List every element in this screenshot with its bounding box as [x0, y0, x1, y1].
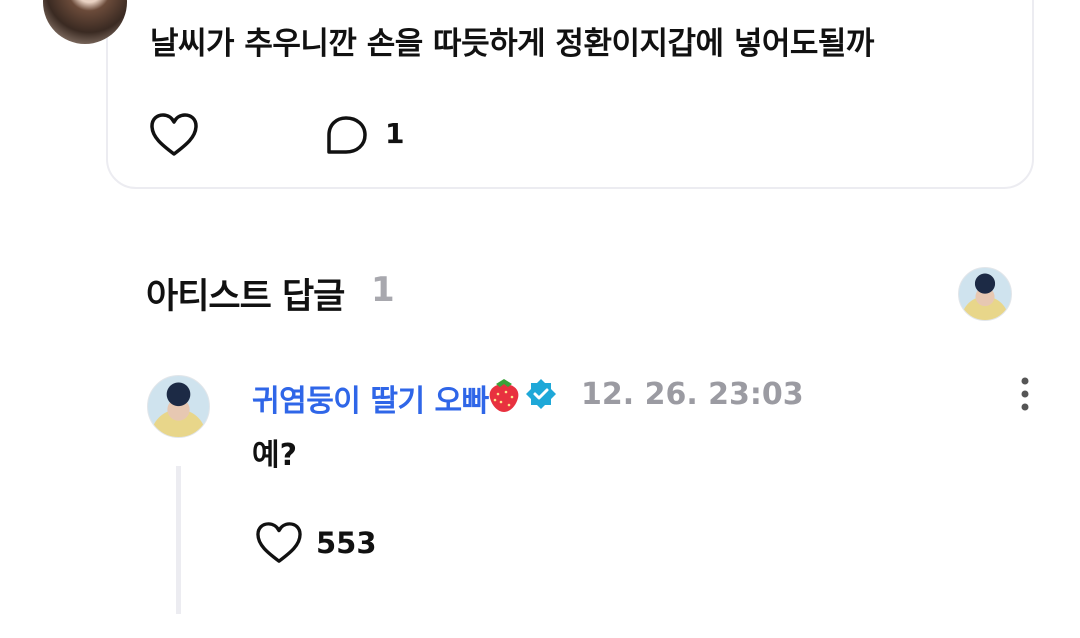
- like-button[interactable]: [148, 112, 200, 158]
- heart-icon: [256, 522, 302, 563]
- reply-text: 예?: [252, 438, 298, 473]
- verified-badge-icon: [526, 379, 556, 409]
- section-title: 아티스트 답글: [146, 277, 345, 317]
- strawberry-icon: [489, 379, 519, 412]
- post-text: 날씨가 추우니깐 손을 따듯하게 정환이지갑에 넣어도될까: [150, 26, 874, 62]
- reply-author-name[interactable]: 귀염둥이 딸기 오빠: [252, 376, 489, 420]
- comment-button[interactable]: [324, 114, 370, 158]
- section-count: 1: [371, 270, 395, 310]
- reply-timestamp: 12. 26. 23:03: [581, 377, 804, 412]
- artist-avatar[interactable]: [958, 267, 1012, 321]
- comment-count: 1: [385, 117, 405, 150]
- reply-author-avatar[interactable]: [147, 375, 210, 438]
- reply-like-count: 553: [316, 526, 377, 560]
- thread-line: [176, 466, 181, 614]
- reply-like-button[interactable]: [254, 521, 304, 565]
- heart-icon: [150, 113, 198, 156]
- comment-bubble-icon: [327, 116, 367, 154]
- more-vertical-icon[interactable]: [1010, 375, 1040, 415]
